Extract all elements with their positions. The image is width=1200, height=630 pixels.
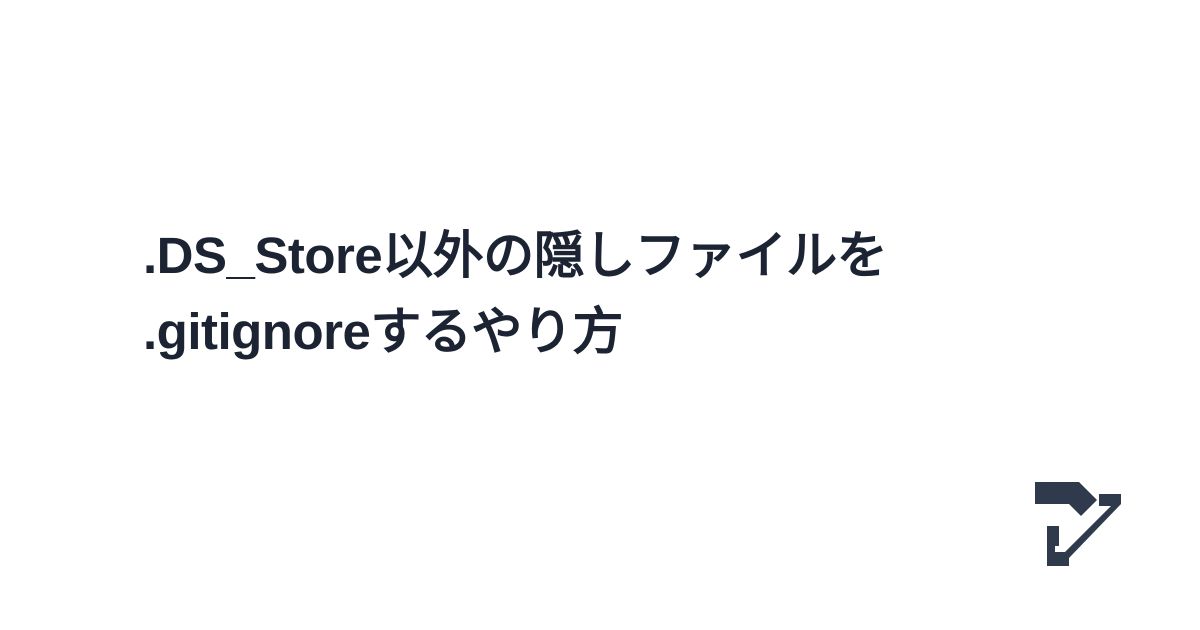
article-title: .DS_Store以外の隠しファイルを .gitignoreするやり方 [143, 218, 1083, 370]
article-title-line-1: .DS_Store以外の隠しファイルを [143, 227, 888, 284]
og-card: .DS_Store以外の隠しファイルを .gitignoreするやり方 [0, 0, 1200, 630]
brand-logo-icon [1035, 482, 1121, 566]
article-title-line-2: .gitignoreするやり方 [143, 303, 623, 360]
